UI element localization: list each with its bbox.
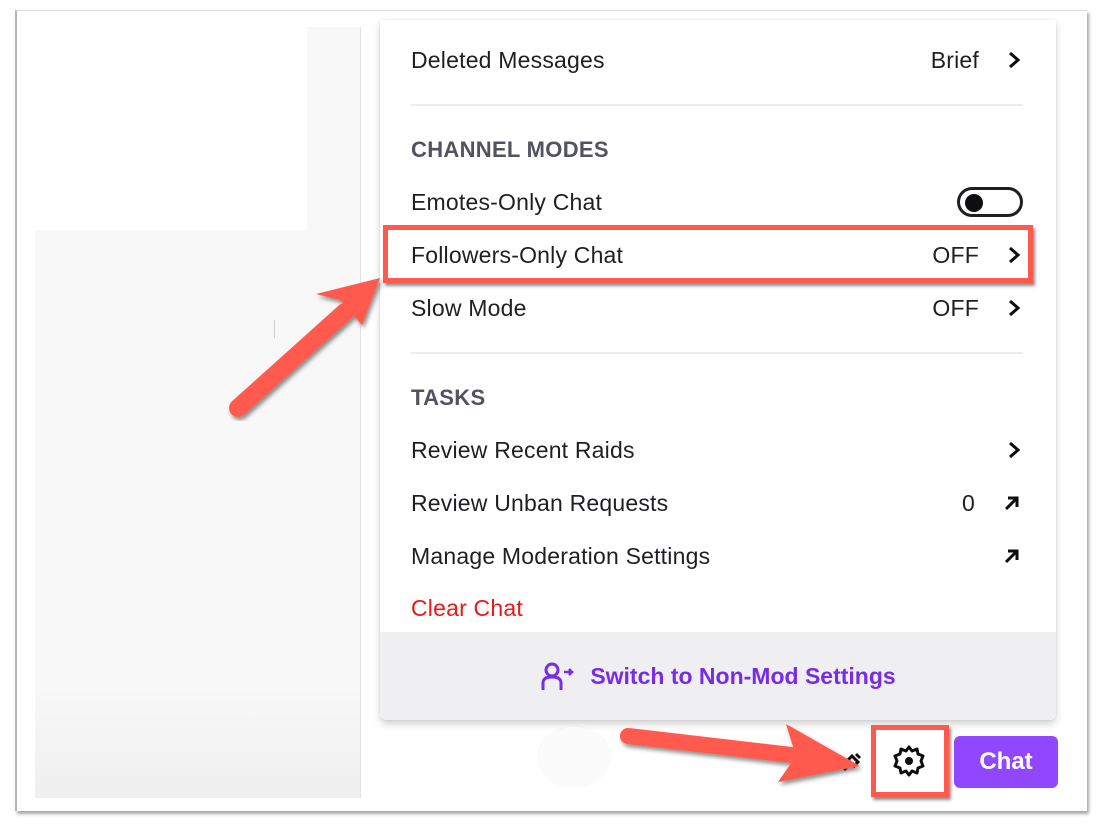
tasks-header: TASKS bbox=[411, 385, 486, 410]
review-unban-label: Review Unban Requests bbox=[411, 489, 669, 516]
switch-non-mod-label: Switch to Non-Mod Settings bbox=[590, 662, 896, 689]
emotes-only-label: Emotes-Only Chat bbox=[411, 188, 603, 215]
review-raids-label: Review Recent Raids bbox=[411, 436, 635, 463]
clear-chat-label: Clear Chat bbox=[411, 594, 523, 621]
clear-chat-item[interactable]: Clear Chat bbox=[411, 588, 1023, 628]
left-panel-strip bbox=[307, 27, 360, 230]
chevron-right-icon bbox=[1009, 299, 1021, 317]
deleted-messages-item[interactable]: Deleted Messages Brief bbox=[411, 40, 1023, 80]
user-switch-icon bbox=[541, 662, 575, 690]
manage-moderation-label: Manage Moderation Settings bbox=[411, 542, 711, 569]
chevron-right-icon bbox=[1009, 51, 1021, 69]
panel-divider bbox=[360, 27, 361, 798]
gear-icon bbox=[893, 745, 925, 777]
slow-mode-value: OFF bbox=[932, 294, 979, 321]
emotes-only-item: Emotes-Only Chat bbox=[411, 182, 1023, 222]
slow-mode-item[interactable]: Slow Mode OFF bbox=[411, 288, 1023, 328]
slow-mode-label: Slow Mode bbox=[411, 294, 527, 321]
avatar[interactable] bbox=[538, 727, 610, 787]
left-panel-top bbox=[35, 27, 307, 230]
review-raids-item[interactable]: Review Recent Raids bbox=[411, 430, 1023, 470]
unban-request-count: 0 bbox=[962, 489, 975, 516]
chat-settings-button[interactable] bbox=[874, 730, 944, 792]
divider bbox=[411, 104, 1023, 106]
chat-button[interactable]: Chat bbox=[954, 736, 1058, 788]
review-unban-item[interactable]: Review Unban Requests 0 bbox=[411, 483, 1023, 523]
pin-icon[interactable] bbox=[838, 748, 866, 776]
manage-moderation-item[interactable]: Manage Moderation Settings bbox=[411, 536, 1023, 576]
chevron-right-icon bbox=[1009, 441, 1021, 459]
channel-modes-header: CHANNEL MODES bbox=[411, 137, 609, 162]
chevron-right-icon bbox=[1009, 246, 1021, 264]
external-link-icon bbox=[1004, 549, 1019, 564]
deleted-messages-value: Brief bbox=[930, 46, 979, 73]
chat-settings-menu: Deleted Messages Brief CHANNEL MODES Emo… bbox=[380, 20, 1056, 720]
divider bbox=[411, 352, 1023, 354]
left-panel bbox=[35, 230, 360, 798]
toggle-knob bbox=[965, 194, 983, 212]
followers-only-value: OFF bbox=[932, 241, 979, 268]
external-link-icon bbox=[1004, 496, 1019, 511]
followers-only-item[interactable]: Followers-Only Chat OFF bbox=[411, 235, 1023, 275]
deleted-messages-label: Deleted Messages bbox=[411, 46, 605, 73]
followers-only-label: Followers-Only Chat bbox=[411, 241, 624, 268]
emotes-only-toggle[interactable] bbox=[957, 187, 1023, 217]
switch-non-mod-button[interactable]: Switch to Non-Mod Settings bbox=[380, 632, 1056, 720]
panel-tick bbox=[274, 320, 275, 338]
